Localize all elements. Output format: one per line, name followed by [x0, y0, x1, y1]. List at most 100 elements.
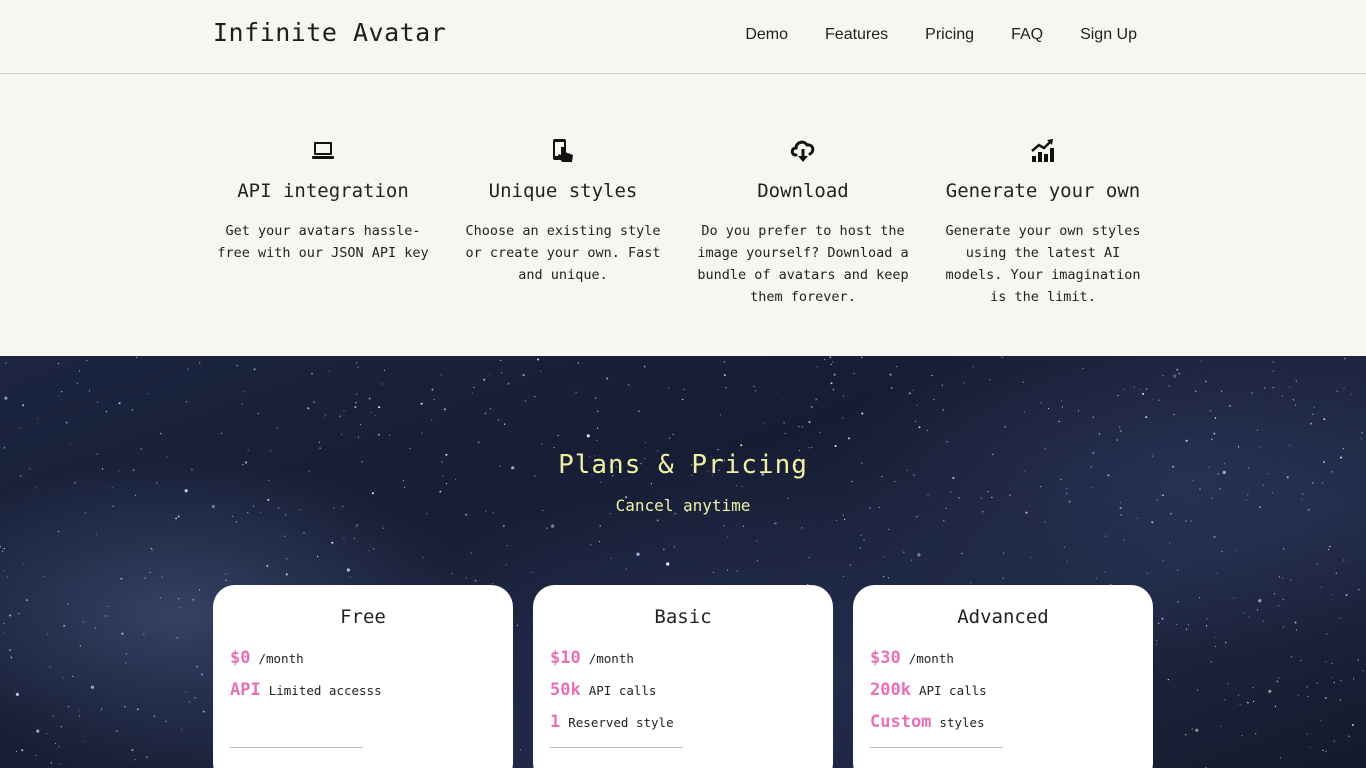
star: [356, 524, 359, 527]
laptop-icon: [203, 136, 443, 166]
star: [1162, 560, 1164, 562]
star: [1257, 609, 1259, 611]
star: [784, 432, 787, 435]
nav-demo[interactable]: Demo: [745, 26, 788, 44]
star: [243, 390, 245, 392]
star: [1262, 484, 1264, 486]
star: [1123, 539, 1125, 541]
star: [505, 564, 507, 566]
star: [381, 383, 383, 385]
star: [1360, 437, 1362, 439]
star: [1343, 559, 1345, 561]
star: [323, 417, 325, 419]
star: [1004, 426, 1006, 428]
star: [908, 392, 911, 395]
star: [1058, 420, 1060, 423]
star: [356, 393, 358, 395]
star: [1040, 402, 1042, 404]
star: [1272, 370, 1274, 372]
plan-label: Reserved style: [568, 715, 674, 730]
star: [1271, 492, 1273, 494]
feature-description: Do you prefer to host the image yourself…: [697, 223, 909, 305]
star: [319, 447, 321, 449]
star: [403, 480, 405, 482]
star: [94, 627, 96, 629]
star: [90, 685, 95, 689]
star: [78, 709, 80, 712]
plan-card-basic[interactable]: Basic $10 /month 50k API calls 1 Reserve…: [533, 585, 833, 768]
nav-features[interactable]: Features: [825, 26, 888, 44]
star: [1213, 535, 1216, 538]
star: [196, 666, 198, 668]
brand-logo[interactable]: Infinite Avatar: [213, 18, 446, 47]
star: [451, 572, 453, 575]
star: [1264, 387, 1266, 389]
star: [61, 391, 63, 393]
star: [972, 366, 975, 368]
star: [1278, 576, 1280, 578]
star: [1206, 618, 1208, 620]
star: [37, 418, 39, 420]
star: [741, 485, 743, 487]
star: [1063, 546, 1065, 548]
plan-card-advanced[interactable]: Advanced $30 /month 200k API calls Custo…: [853, 585, 1153, 768]
star: [1272, 361, 1274, 363]
star: [914, 420, 917, 422]
star: [1274, 705, 1276, 707]
star: [1295, 629, 1298, 631]
main-nav: Demo Features Pricing FAQ Sign Up: [708, 26, 1137, 44]
star: [599, 525, 601, 527]
plan-row: $10 /month: [550, 648, 674, 680]
plan-value: 200k: [870, 680, 911, 700]
star: [356, 362, 358, 364]
plan-label: Limited accesss: [268, 683, 382, 698]
star: [9, 649, 12, 652]
star: [60, 726, 62, 728]
star: [1282, 598, 1284, 600]
star: [1227, 683, 1229, 685]
pricing-section: Plans & Pricing Cancel anytime Free $0 /…: [0, 356, 1366, 768]
star: [933, 399, 935, 401]
star: [1312, 413, 1314, 415]
pricing-subtitle: Cancel anytime: [615, 496, 751, 515]
star: [43, 575, 45, 577]
star: [198, 589, 201, 591]
star: [303, 532, 305, 534]
star: [595, 397, 597, 399]
star: [753, 385, 755, 387]
star: [185, 401, 188, 403]
star: [1278, 677, 1280, 679]
star: [1061, 400, 1063, 402]
star: [1331, 676, 1333, 678]
star: [541, 443, 543, 445]
star: [1169, 542, 1171, 544]
feature-api-integration: API integration Get your avatars hassle-…: [203, 136, 443, 308]
star: [798, 426, 800, 428]
star: [1279, 757, 1282, 759]
nav-pricing[interactable]: Pricing: [925, 26, 974, 44]
star: [545, 527, 548, 530]
star: [863, 539, 865, 541]
star: [383, 369, 385, 371]
star: [1002, 357, 1004, 359]
star: [918, 426, 921, 429]
star: [111, 487, 113, 489]
plan-name: Basic: [654, 606, 712, 628]
star: [1156, 640, 1158, 642]
feature-download: Download Do you prefer to host the image…: [683, 136, 923, 308]
star: [86, 360, 88, 362]
star: [1262, 620, 1264, 622]
star: [1282, 577, 1284, 579]
star: [49, 666, 51, 668]
star: [1273, 593, 1276, 595]
star: [1092, 416, 1094, 418]
star: [1241, 735, 1243, 737]
star: [1272, 387, 1274, 389]
star: [1319, 719, 1321, 721]
star: [1116, 439, 1118, 441]
star: [177, 515, 180, 518]
star: [473, 386, 475, 388]
nav-faq[interactable]: FAQ: [1011, 26, 1043, 44]
plan-card-free[interactable]: Free $0 /month API Limited accesss: [213, 585, 513, 768]
nav-sign-up[interactable]: Sign Up: [1080, 26, 1137, 44]
